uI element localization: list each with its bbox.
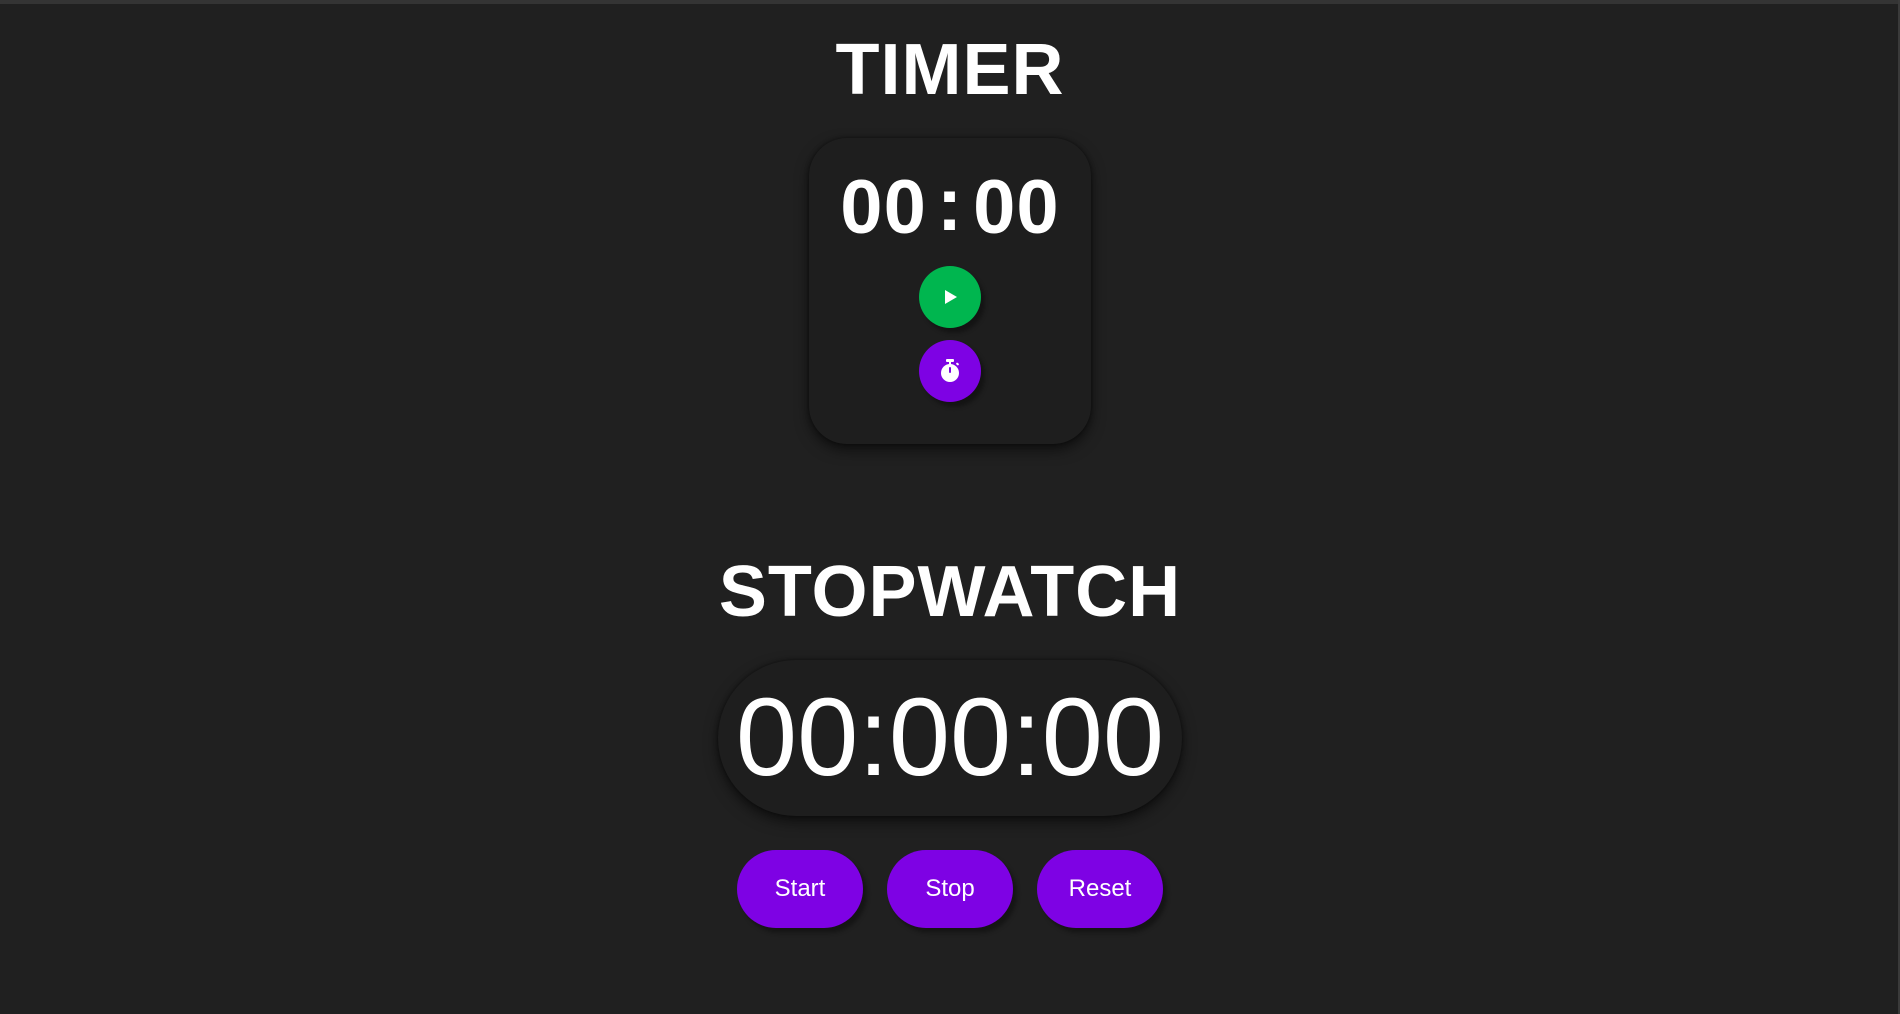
stopwatch-display: 00:00:00 [718,660,1182,816]
timer-minutes: 00 [840,165,927,250]
timer-separator: : [936,162,964,247]
stopwatch-section: STOPWATCH 00:00:00 Start Stop Reset [0,556,1900,928]
timer-set-button[interactable] [919,340,981,402]
play-icon [945,290,957,304]
timer-card: 00 : 00 [809,138,1091,444]
timer-section: TIMER 00 : 00 [0,34,1900,444]
stopwatch-icon [941,359,959,382]
window-top-border [0,0,1900,4]
timer-play-button[interactable] [919,266,981,328]
page: TIMER 00 : 00 STOPWATCH 00:00:00 Start S… [0,0,1900,1014]
timer-title: TIMER [835,30,1065,110]
timer-seconds: 00 [973,165,1060,250]
reset-button[interactable]: Reset [1037,850,1163,928]
timer-display: 00 : 00 [840,162,1060,250]
stopwatch-controls: Start Stop Reset [737,850,1163,928]
stop-button[interactable]: Stop [887,850,1013,928]
stopwatch-title: STOPWATCH [718,552,1182,632]
start-button[interactable]: Start [737,850,863,928]
